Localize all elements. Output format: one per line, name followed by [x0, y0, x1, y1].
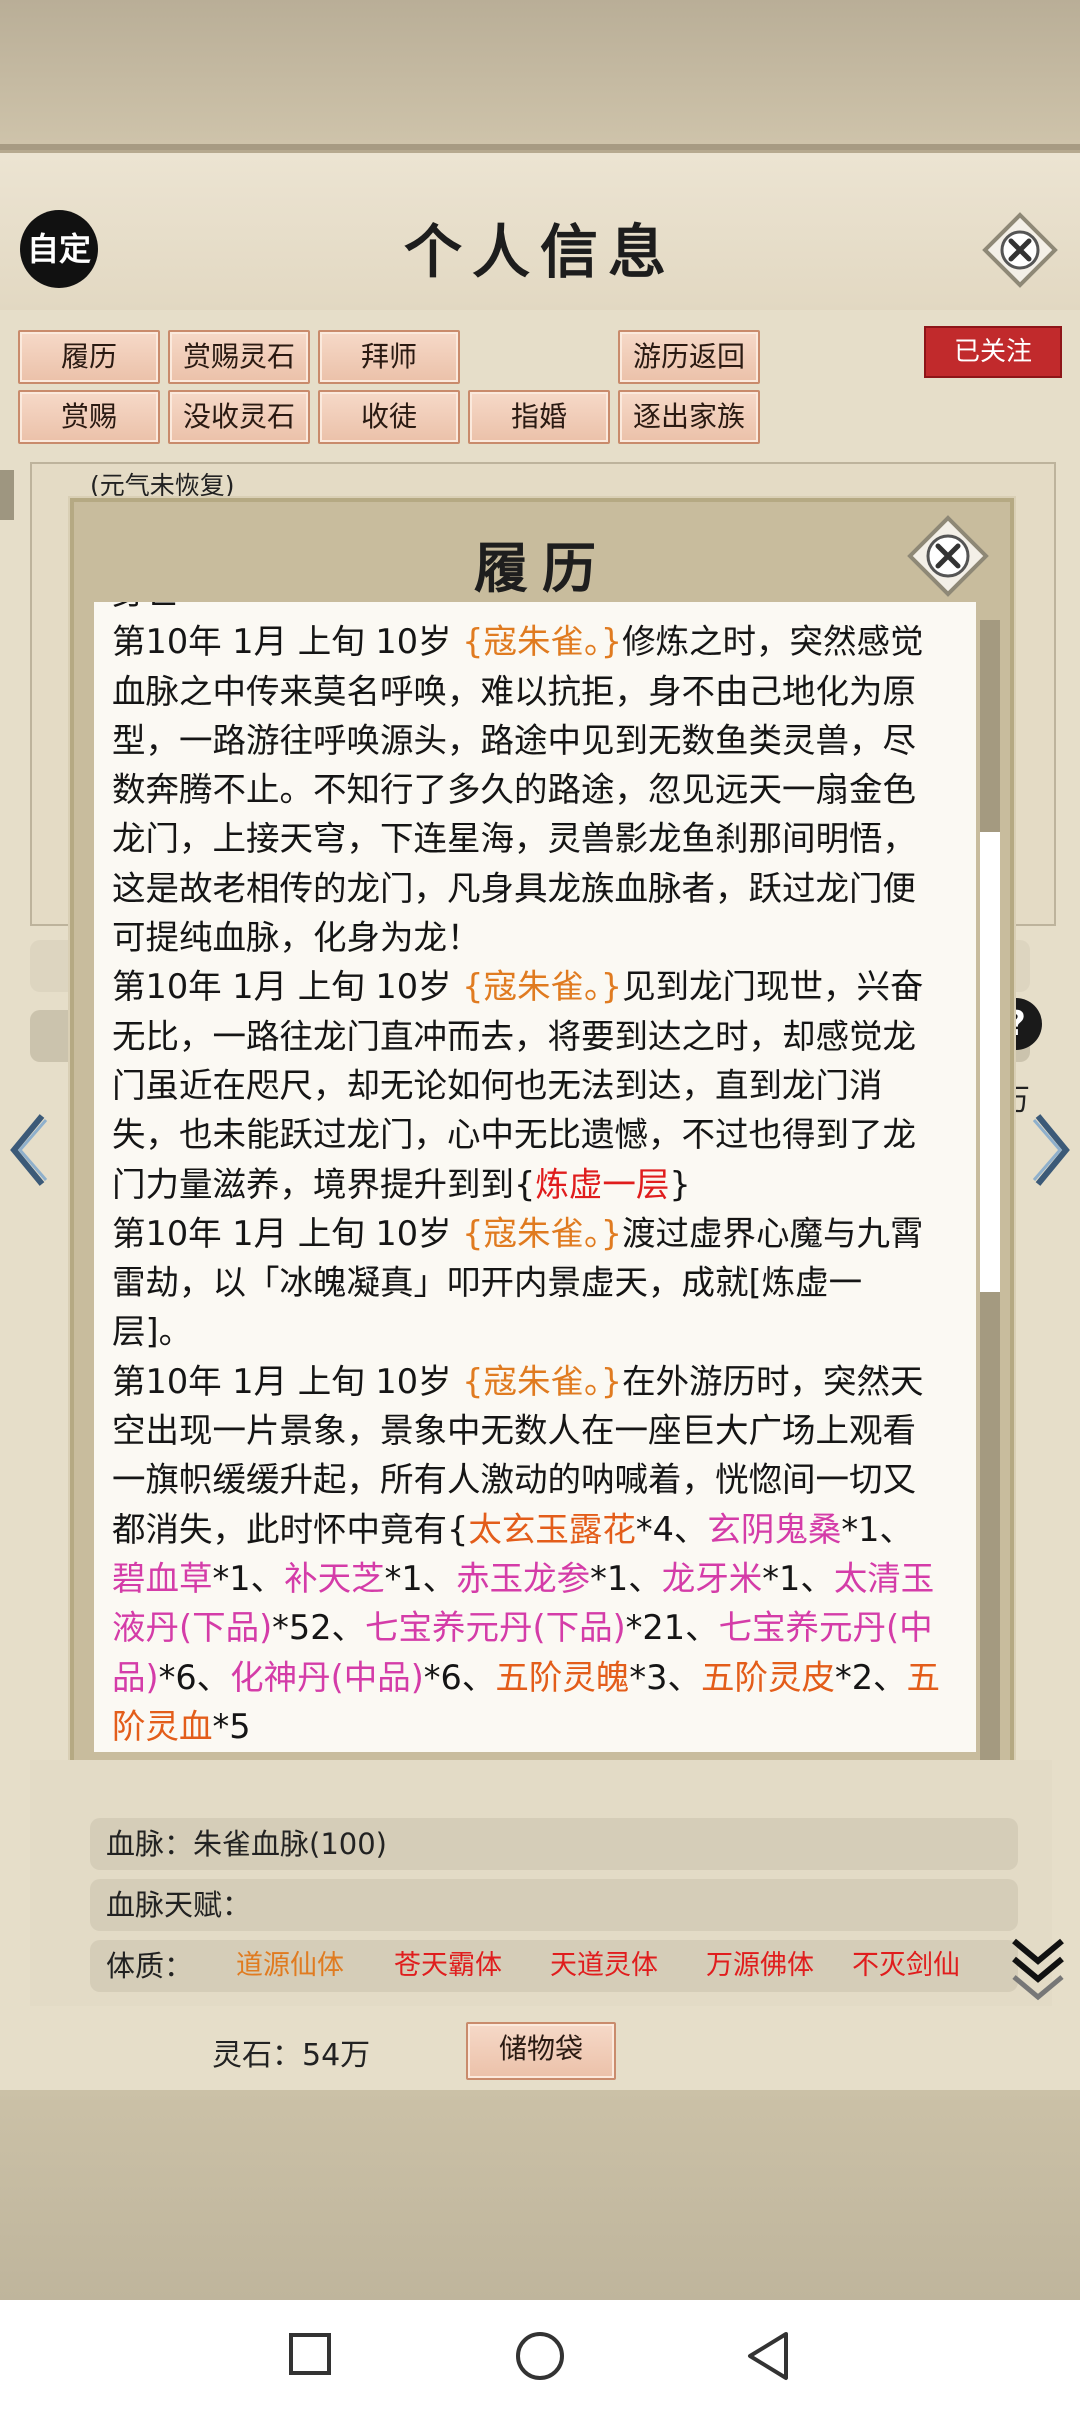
physique-trait: 道源仙体 — [236, 1950, 344, 1981]
resume-log[interactable]: 身亡 第10年 1月 上旬 10岁 {寇朱雀。}修炼之时，突然感觉血脉之中传来莫… — [94, 602, 976, 1752]
resume-log-text: 身亡 第10年 1月 上旬 10岁 {寇朱雀。}修炼之时，突然感觉血脉之中传来莫… — [112, 602, 942, 1751]
travel-return-button[interactable]: 游历返回 — [618, 330, 760, 384]
bottom-decor-band — [0, 2090, 1080, 2300]
close-icon[interactable] — [982, 212, 1058, 288]
side-tab — [0, 470, 14, 520]
bloodline-talent-row: 血脉天赋： — [90, 1879, 1018, 1931]
back-triangle-icon[interactable] — [744, 2330, 792, 2386]
expel-family-button[interactable]: 逐出家族 — [618, 390, 760, 444]
take-disciple-button[interactable]: 收徒 — [318, 390, 460, 444]
physique-trait: 不灭剑仙 — [852, 1950, 960, 1981]
followed-badge[interactable]: 已关注 — [924, 326, 1062, 378]
arrow-left-icon[interactable] — [6, 1110, 50, 1190]
reward-button[interactable]: 赏赐 — [18, 390, 160, 444]
reward-spirit-stone-button[interactable]: 赏赐灵石 — [168, 330, 310, 384]
page-title: 个人信息 — [403, 218, 676, 286]
close-icon[interactable] — [906, 514, 990, 598]
log-entry-clipped: 身亡 — [112, 602, 942, 617]
physique-label: 体质： — [106, 1949, 194, 1983]
status-note: (元气未恢复) — [90, 471, 235, 500]
resume-button[interactable]: 履历 — [18, 330, 160, 384]
storage-bag-button[interactable]: 储物袋 — [466, 2022, 616, 2080]
physique-trait: 天道灵体 — [550, 1950, 658, 1981]
home-circle-icon[interactable] — [514, 2330, 566, 2386]
bloodline-row: 血脉：朱雀血脉(100) — [90, 1818, 1018, 1870]
arrow-right-icon[interactable] — [1030, 1110, 1074, 1190]
scrollbar-thumb[interactable] — [980, 832, 1000, 1292]
arrange-marriage-button[interactable]: 指婚 — [468, 390, 610, 444]
physique-row: 体质： 道源仙体 苍天霸体 天道灵体 万源佛体 不灭剑仙 — [90, 1940, 1018, 1992]
physique-trait: 苍天霸体 — [394, 1950, 502, 1981]
log-entry: 第10年 1月 上旬 10岁 {寇朱雀。}渡过虚界心魔与九霄雷劫，以「冰魄凝真」… — [112, 1213, 924, 1352]
recents-square-icon[interactable] — [286, 2330, 334, 2382]
log-entry: 第10年 1月 上旬 10岁 {寇朱雀。}在外游历时，突然天空出现一片景象，景象… — [112, 1361, 941, 1746]
spirit-stone-count: 灵石：54万 — [212, 2038, 371, 2073]
physique-trait: 万源佛体 — [706, 1950, 814, 1981]
resume-dialog: 履历 身亡 第10年 1月 上旬 10岁 {寇朱雀。}修炼之时，突然感觉血脉之中… — [70, 498, 1014, 1798]
dialog-title: 履历 — [474, 536, 610, 600]
log-entry: 第10年 1月 上旬 10岁 {寇朱雀。}修炼之时，突然感觉血脉之中传来莫名呼唤… — [112, 622, 924, 958]
double-chevron-down-icon[interactable] — [1010, 1935, 1066, 2005]
log-entry: 第10年 1月 上旬 10岁 {寇朱雀。}见到龙门现世，兴奋无比，一路往龙门直冲… — [112, 967, 924, 1204]
take-master-button[interactable]: 拜师 — [318, 330, 460, 384]
confiscate-spirit-stone-button[interactable]: 没收灵石 — [168, 390, 310, 444]
top-decor-band — [0, 0, 1080, 150]
custom-button[interactable]: 自定 — [20, 210, 98, 288]
